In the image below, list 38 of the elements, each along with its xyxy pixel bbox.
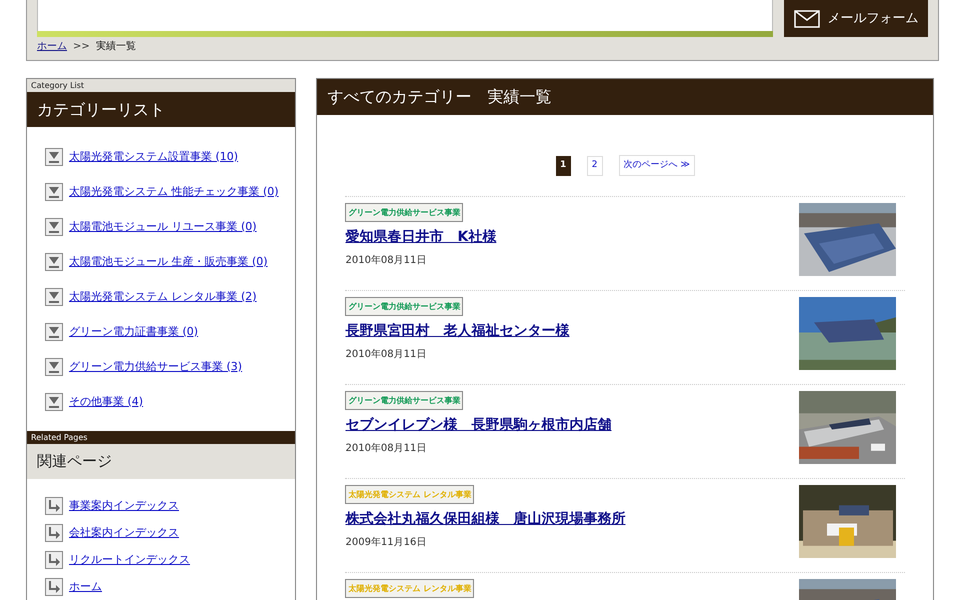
category-tag: グリーン電力供給サービス事業	[345, 203, 464, 222]
entry-title-link[interactable]: 長野県宮田村 老人福祉センター様	[345, 321, 570, 342]
entry-date: 2009年11月16日	[345, 536, 426, 550]
caption-bar: Category List	[27, 79, 296, 92]
category-tag: グリーン電力供給サービス事業	[345, 297, 464, 316]
category-link[interactable]: 太陽光発電システム 性能チェック事業 (0)	[69, 184, 279, 200]
page-title: すべてのカテゴリー 実績一覧	[317, 79, 933, 115]
category-tag: グリーン電力供給サービス事業	[345, 391, 464, 410]
category-link[interactable]: 太陽光発電システム設置事業 (10)	[69, 148, 238, 166]
category-link[interactable]: その他事業 (4)	[69, 394, 144, 410]
caption-bar: Related Pages	[27, 431, 296, 444]
entry-date: 2010年08月11日	[345, 442, 426, 456]
next-page-link[interactable]: 次のページへ ≫	[618, 155, 695, 176]
mail-form-button[interactable]: メールフォーム	[784, 0, 928, 37]
sidebar-title: カテゴリーリスト	[27, 92, 296, 127]
related-page-link[interactable]: 事業案内インデックス	[69, 498, 179, 514]
envelope-icon	[794, 10, 820, 28]
category-link[interactable]: 太陽電池モジュール リユース事業 (0)	[69, 218, 257, 236]
category-link[interactable]: グリーン電力証書事業 (0)	[69, 324, 198, 340]
category-link[interactable]: 太陽電池モジュール 生産・販売事業 (0)	[69, 254, 268, 270]
page-link[interactable]: 1	[556, 156, 571, 176]
category-link[interactable]: グリーン電力供給サービス事業 (3)	[69, 358, 242, 376]
entry-title-link[interactable]: 愛知県春日井市 K社様	[345, 227, 496, 248]
breadcrumb-separator: >>	[73, 40, 90, 54]
entry-date: 2010年08月11日	[345, 348, 426, 362]
entry-title-link[interactable]: 株式会社丸福久保田組様 唐山沢現場事務所	[345, 509, 626, 530]
breadcrumb-current: 実績一覧	[96, 40, 136, 54]
category-tag: 太陽光発電システム レンタル事業	[345, 485, 474, 504]
category-link[interactable]: 太陽光発電システム レンタル事業 (2)	[69, 288, 257, 306]
related-page-link[interactable]: リクルートインデックス	[69, 552, 190, 568]
breadcrumb-link[interactable]: ホーム	[37, 39, 67, 54]
page-link[interactable]: 2	[586, 156, 603, 176]
entry-date: 2010年08月11日	[345, 254, 426, 268]
related-page-link[interactable]: ホーム	[69, 578, 102, 596]
category-tag: 太陽光発電システム レンタル事業	[345, 579, 474, 598]
sidebar-title: 関連ページ	[27, 444, 296, 479]
related-page-link[interactable]: 会社案内インデックス	[69, 524, 179, 542]
entry-title-link[interactable]: セブンイレブン様 長野県駒ヶ根市内店舗	[345, 415, 612, 436]
